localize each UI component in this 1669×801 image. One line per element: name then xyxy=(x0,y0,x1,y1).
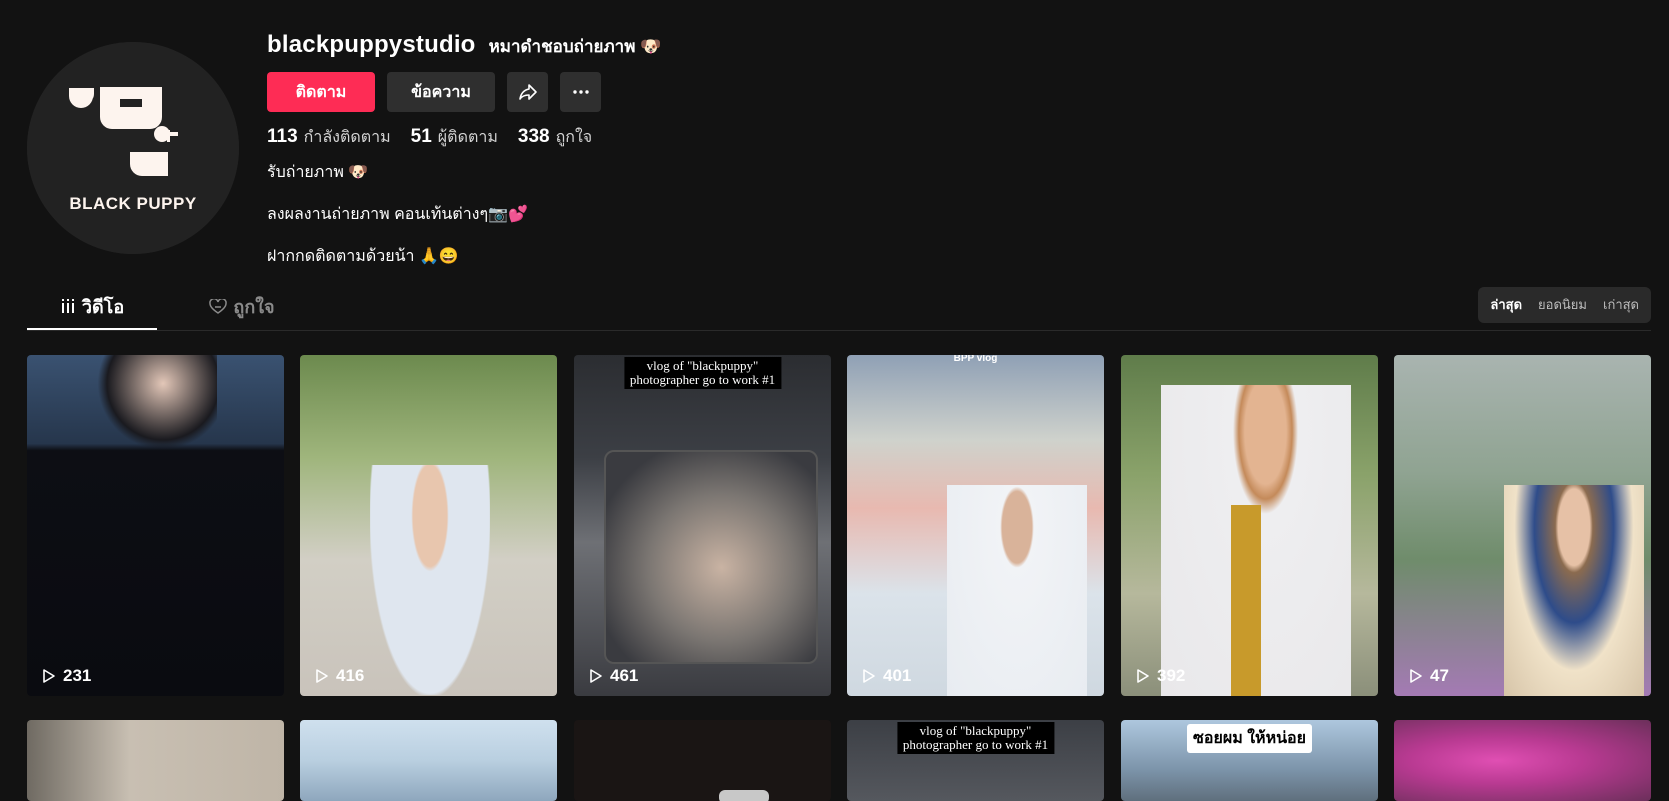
sort-oldest[interactable]: เก่าสุด xyxy=(1595,290,1647,320)
video-card[interactable] xyxy=(27,720,284,801)
black-puppy-logo xyxy=(27,42,239,254)
tab-liked[interactable]: ถูกใจ xyxy=(177,284,307,329)
avatar[interactable]: BLACK PUPPY xyxy=(27,42,239,254)
view-count: 416 xyxy=(314,666,364,686)
play-icon xyxy=(863,669,875,683)
play-icon xyxy=(316,669,328,683)
video-card[interactable]: 231 xyxy=(27,355,284,696)
video-caption-overlay: vlog of "blackpuppy" photographer go to … xyxy=(623,357,782,389)
avatar-label: BLACK PUPPY xyxy=(69,194,197,213)
video-card[interactable] xyxy=(574,720,831,801)
more-icon xyxy=(572,90,589,94)
video-caption-overlay: vlog of "blackpuppy" photographer go to … xyxy=(896,722,1055,754)
sort-selector: ล่าสุด ยอดนิยม เก่าสุด xyxy=(1478,287,1651,323)
following-label: กำลังติดตาม xyxy=(303,129,391,146)
follow-button[interactable]: ติดตาม xyxy=(267,72,375,112)
likes-stat: 338 ถูกใจ xyxy=(518,125,592,150)
video-thumbnail xyxy=(1504,485,1644,696)
bio-line-1: รับถ่ายภาพ 🐶 xyxy=(267,164,369,181)
likes-label: ถูกใจ xyxy=(555,129,593,146)
video-card[interactable]: ซอยผม ให้หน่อย xyxy=(1121,720,1378,801)
video-card[interactable]: 47 xyxy=(1394,355,1651,696)
view-count-value: 392 xyxy=(1157,666,1186,685)
caption-line-1: vlog of "blackpuppy" xyxy=(646,358,759,373)
following-stat[interactable]: 113 กำลังติดตาม xyxy=(267,125,391,150)
video-card[interactable] xyxy=(1394,720,1651,801)
view-count: 392 xyxy=(1135,666,1185,686)
video-card[interactable] xyxy=(300,720,557,801)
followers-count: 51 xyxy=(410,126,432,147)
video-card[interactable]: 416 xyxy=(300,355,557,696)
bio-line-3: ฝากกดติดตามด้วยน้า 🙏😄 xyxy=(267,248,459,265)
tab-liked-label: ถูกใจ xyxy=(233,297,275,317)
liked-heart-icon xyxy=(209,298,228,314)
view-count-value: 401 xyxy=(883,666,912,685)
play-icon xyxy=(1137,669,1149,683)
view-count-value: 461 xyxy=(610,666,639,685)
play-icon xyxy=(43,669,55,683)
view-count-value: 231 xyxy=(63,666,92,685)
view-count-value: 47 xyxy=(1430,666,1449,685)
video-thumbnail xyxy=(97,355,217,450)
tab-videos[interactable]: วิดีโอ xyxy=(27,284,157,330)
share-button[interactable] xyxy=(507,72,548,112)
video-caption-overlay: BPP vlog xyxy=(953,355,998,364)
view-count: 47 xyxy=(1408,666,1449,686)
view-count: 231 xyxy=(41,666,91,686)
video-sticker-text: ซอยผม ให้หน่อย xyxy=(1187,724,1313,753)
followers-stat[interactable]: 51 ผู้ติดตาม xyxy=(411,125,498,150)
bio-line-2: ลงผลงานถ่ายภาพ คอนเท้นต่างๆ📷💕 xyxy=(267,206,528,223)
videos-grid-icon xyxy=(61,299,74,313)
tab-videos-label: วิดีโอ xyxy=(81,296,125,317)
view-count-value: 416 xyxy=(336,666,365,685)
following-count: 113 xyxy=(267,126,298,147)
profile-tabs: วิดีโอ ถูกใจ xyxy=(27,284,1651,331)
message-button[interactable]: ข้อความ xyxy=(387,72,495,112)
username: blackpuppystudio xyxy=(267,31,476,58)
caption-line-2: photographer go to work #1 xyxy=(629,372,776,387)
profile-stats: 113 กำลังติดตาม 51 ผู้ติดตาม 338 ถูกใจ xyxy=(267,125,592,150)
share-icon xyxy=(518,84,537,100)
play-icon xyxy=(590,669,602,683)
video-thumbnail xyxy=(370,465,490,695)
video-card[interactable]: vlog of "blackpuppy" photographer go to … xyxy=(847,720,1104,801)
video-thumbnail xyxy=(947,485,1087,696)
profile-header: blackpuppystudio หมาดำชอบถ่ายภาพ 🐶 xyxy=(267,30,661,60)
sort-latest[interactable]: ล่าสุด xyxy=(1482,290,1530,320)
video-thumbnail xyxy=(719,790,769,801)
followers-label: ผู้ติดตาม xyxy=(437,129,498,146)
caption-line-1: vlog of "blackpuppy" xyxy=(919,723,1032,738)
video-card[interactable]: BPP vlog 401 xyxy=(847,355,1104,696)
play-icon xyxy=(1410,669,1422,683)
view-count: 461 xyxy=(588,666,638,686)
more-button[interactable] xyxy=(560,72,601,112)
sash-decoration xyxy=(1231,505,1261,696)
caption-line-2: photographer go to work #1 xyxy=(902,737,1049,752)
likes-count: 338 xyxy=(517,126,550,147)
sort-popular[interactable]: ยอดนิยม xyxy=(1530,290,1595,320)
camera-screen xyxy=(604,450,818,664)
nickname: หมาดำชอบถ่ายภาพ 🐶 xyxy=(488,37,662,56)
view-count: 401 xyxy=(861,666,911,686)
video-card[interactable]: 392 xyxy=(1121,355,1378,696)
profile-actions: ติดตาม ข้อความ xyxy=(267,72,601,112)
video-card[interactable]: vlog of "blackpuppy" photographer go to … xyxy=(574,355,831,696)
